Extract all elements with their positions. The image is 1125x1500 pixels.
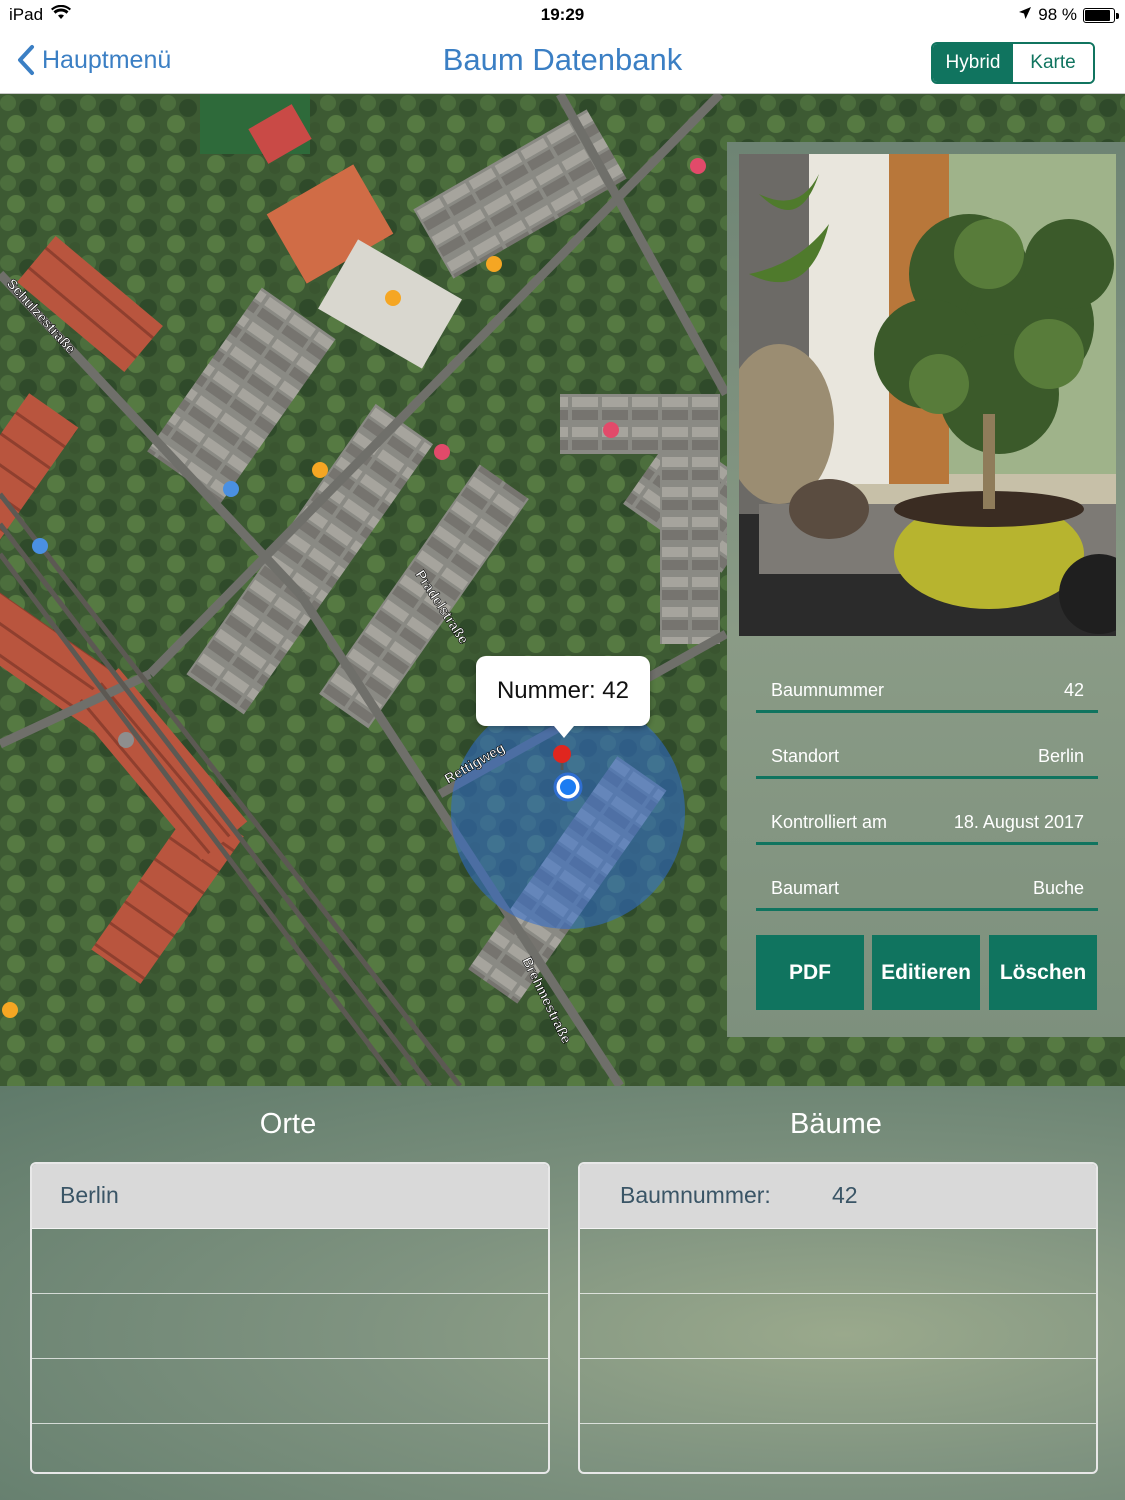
- table-row-empty[interactable]: [580, 1359, 1096, 1424]
- battery-percent: 98 %: [1038, 5, 1077, 24]
- table-row-empty[interactable]: [580, 1229, 1096, 1294]
- places-table[interactable]: Berlin: [30, 1162, 550, 1474]
- map-callout[interactable]: Nummer: 42: [476, 656, 650, 738]
- field-label: Baumnummer: [771, 680, 885, 700]
- navigation-bar: Hauptmenü Baum Datenbank Hybrid Karte: [0, 30, 1125, 94]
- field-label: Standort: [771, 746, 840, 766]
- table-row[interactable]: Baumnummer: 42: [580, 1164, 1096, 1229]
- trees-title: Bäume: [790, 1108, 882, 1140]
- bottom-lists: Orte Bäume Berlin Baumnummer: 42: [0, 1086, 1125, 1500]
- field-baumart[interactable]: Baumart Buche: [756, 868, 1098, 911]
- field-value: Buche: [1032, 878, 1084, 898]
- table-row-empty[interactable]: [32, 1229, 548, 1294]
- status-right: 98 %: [1018, 5, 1119, 25]
- field-label: Baumart: [771, 878, 840, 898]
- tree-detail-panel: Baumnummer 42 Standort Berlin Kontrollie…: [727, 142, 1125, 1037]
- edit-button[interactable]: Editieren: [872, 935, 980, 1010]
- table-row-empty[interactable]: [32, 1359, 548, 1424]
- field-value: 42: [1063, 680, 1084, 700]
- battery-icon: [1083, 7, 1119, 23]
- pdf-button[interactable]: PDF: [756, 935, 864, 1010]
- field-kontrolliert-am[interactable]: Kontrolliert am 18. August 2017: [756, 802, 1098, 845]
- table-row[interactable]: Berlin: [32, 1164, 548, 1229]
- tree-row-value: 42: [832, 1182, 858, 1208]
- field-label: Kontrolliert am: [771, 812, 888, 832]
- field-value: Berlin: [1037, 746, 1084, 766]
- status-bar: iPad 19:29 98 %: [0, 0, 1125, 30]
- table-row-empty[interactable]: [32, 1294, 548, 1359]
- tree-photo: [739, 154, 1116, 636]
- segment-karte[interactable]: Karte: [1013, 44, 1093, 82]
- map-type-segmented-control: Hybrid Karte: [931, 42, 1095, 84]
- location-arrow-icon: [1018, 5, 1032, 25]
- trees-table[interactable]: Baumnummer: 42: [578, 1162, 1098, 1474]
- status-time: 19:29: [540, 5, 585, 24]
- field-standort[interactable]: Standort Berlin: [756, 736, 1098, 779]
- places-title: Orte: [259, 1108, 317, 1140]
- tree-row-label: Baumnummer:: [620, 1182, 771, 1208]
- field-baumnummer[interactable]: Baumnummer 42: [756, 670, 1098, 713]
- field-value: 18. August 2017: [953, 812, 1084, 832]
- segment-hybrid[interactable]: Hybrid: [933, 44, 1013, 82]
- delete-button[interactable]: Löschen: [989, 935, 1097, 1010]
- table-row-empty[interactable]: [580, 1294, 1096, 1359]
- place-name: Berlin: [60, 1182, 119, 1208]
